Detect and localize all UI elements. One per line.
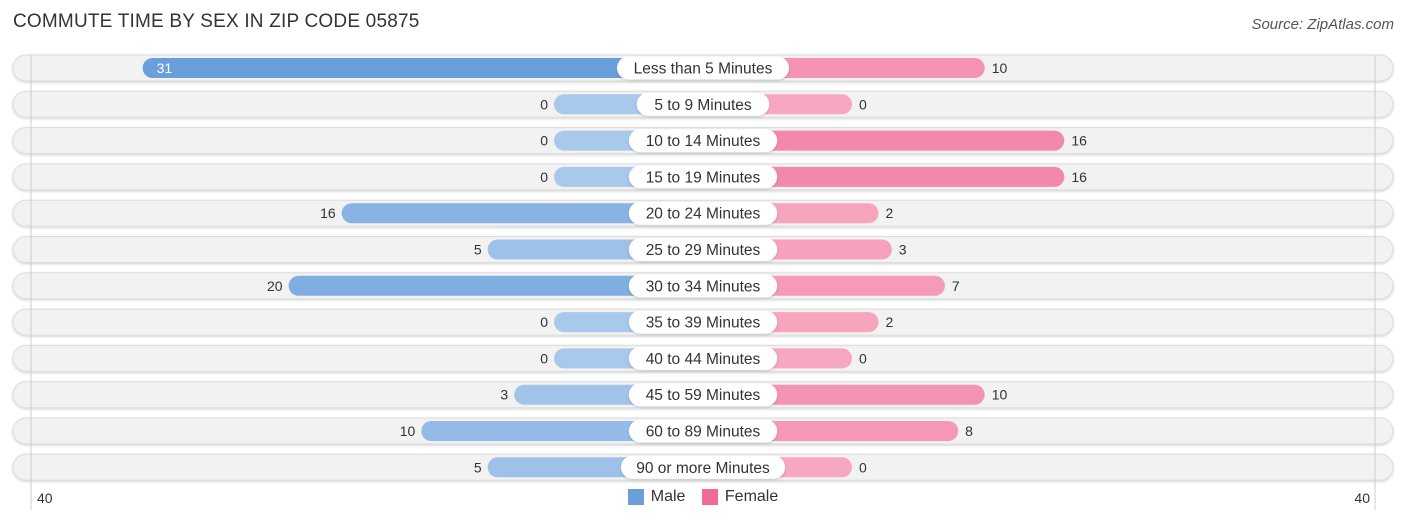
category-label: 30 to 34 Minutes bbox=[646, 278, 761, 295]
value-label-female: 8 bbox=[965, 423, 973, 439]
bar-row: 45 to 59 Minutes 3 10 bbox=[12, 381, 1394, 409]
value-label-female: 0 bbox=[859, 96, 867, 112]
category-label: 10 to 14 Minutes bbox=[646, 133, 761, 150]
bar-row: 15 to 19 Minutes 0 16 bbox=[12, 163, 1394, 191]
category-label: 20 to 24 Minutes bbox=[646, 206, 761, 223]
bar-row: 10 to 14 Minutes 0 16 bbox=[12, 127, 1394, 155]
value-label-male: 31 bbox=[157, 60, 173, 76]
category-label: 35 to 39 Minutes bbox=[646, 315, 761, 332]
bar-row: Less than 5 Minutes 31 10 bbox=[12, 54, 1394, 82]
value-label-male: 10 bbox=[400, 423, 416, 439]
legend-item-female: Female bbox=[701, 488, 779, 506]
bar-row: 25 to 29 Minutes 5 3 bbox=[12, 236, 1394, 263]
bar-row: 40 to 44 Minutes 0 0 bbox=[12, 344, 1394, 372]
category-label: 60 to 89 Minutes bbox=[646, 424, 761, 441]
value-label-male: 20 bbox=[267, 278, 283, 294]
value-label-female: 7 bbox=[952, 278, 960, 294]
legend-label-female: Female bbox=[724, 488, 779, 505]
value-label-female: 2 bbox=[886, 205, 894, 221]
value-label-male: 5 bbox=[474, 459, 482, 475]
value-label-female: 0 bbox=[859, 350, 867, 366]
bar-row: 60 to 89 Minutes 10 8 bbox=[12, 417, 1394, 445]
category-label: 90 or more Minutes bbox=[636, 460, 770, 477]
category-label: 45 to 59 Minutes bbox=[646, 387, 761, 404]
category-label: 25 to 29 Minutes bbox=[646, 242, 761, 259]
value-label-male: 0 bbox=[540, 350, 548, 366]
value-label-female: 2 bbox=[886, 314, 894, 330]
value-label-male: 16 bbox=[320, 205, 336, 221]
value-label-female: 10 bbox=[992, 60, 1008, 76]
category-label: 5 to 9 Minutes bbox=[654, 97, 752, 114]
legend-item-male: Male bbox=[627, 488, 686, 506]
category-label: 15 to 19 Minutes bbox=[646, 169, 761, 186]
category-label: 40 to 44 Minutes bbox=[646, 351, 761, 368]
bar-row: 35 to 39 Minutes 0 2 bbox=[12, 308, 1394, 336]
legend-label-male: Male bbox=[650, 488, 686, 505]
value-label-male: 5 bbox=[474, 242, 482, 258]
value-label-male: 3 bbox=[500, 387, 508, 403]
value-label-male: 0 bbox=[540, 169, 548, 185]
category-label: Less than 5 Minutes bbox=[634, 61, 773, 78]
legend-swatch-female bbox=[701, 489, 718, 505]
value-label-female: 0 bbox=[859, 459, 867, 475]
value-label-female: 16 bbox=[1071, 169, 1087, 185]
bar-row: 5 to 9 Minutes 0 0 bbox=[12, 90, 1394, 118]
value-label-male: 0 bbox=[540, 133, 548, 149]
bar-row: 20 to 24 Minutes 16 2 bbox=[12, 199, 1394, 227]
legend: Male Female bbox=[0, 488, 1406, 510]
legend-swatch-male bbox=[627, 489, 644, 505]
bar-row: 30 to 34 Minutes 20 7 bbox=[12, 272, 1394, 300]
value-label-female: 3 bbox=[899, 242, 907, 258]
value-label-male: 0 bbox=[540, 96, 548, 112]
value-label-male: 0 bbox=[540, 314, 548, 330]
bar-row: 90 or more Minutes 5 0 bbox=[12, 453, 1394, 481]
value-label-female: 10 bbox=[992, 387, 1008, 403]
chart-area: Less than 5 Minutes31 105 to 9 Minutes0 01… bbox=[12, 54, 1394, 510]
value-label-female: 16 bbox=[1071, 133, 1087, 149]
